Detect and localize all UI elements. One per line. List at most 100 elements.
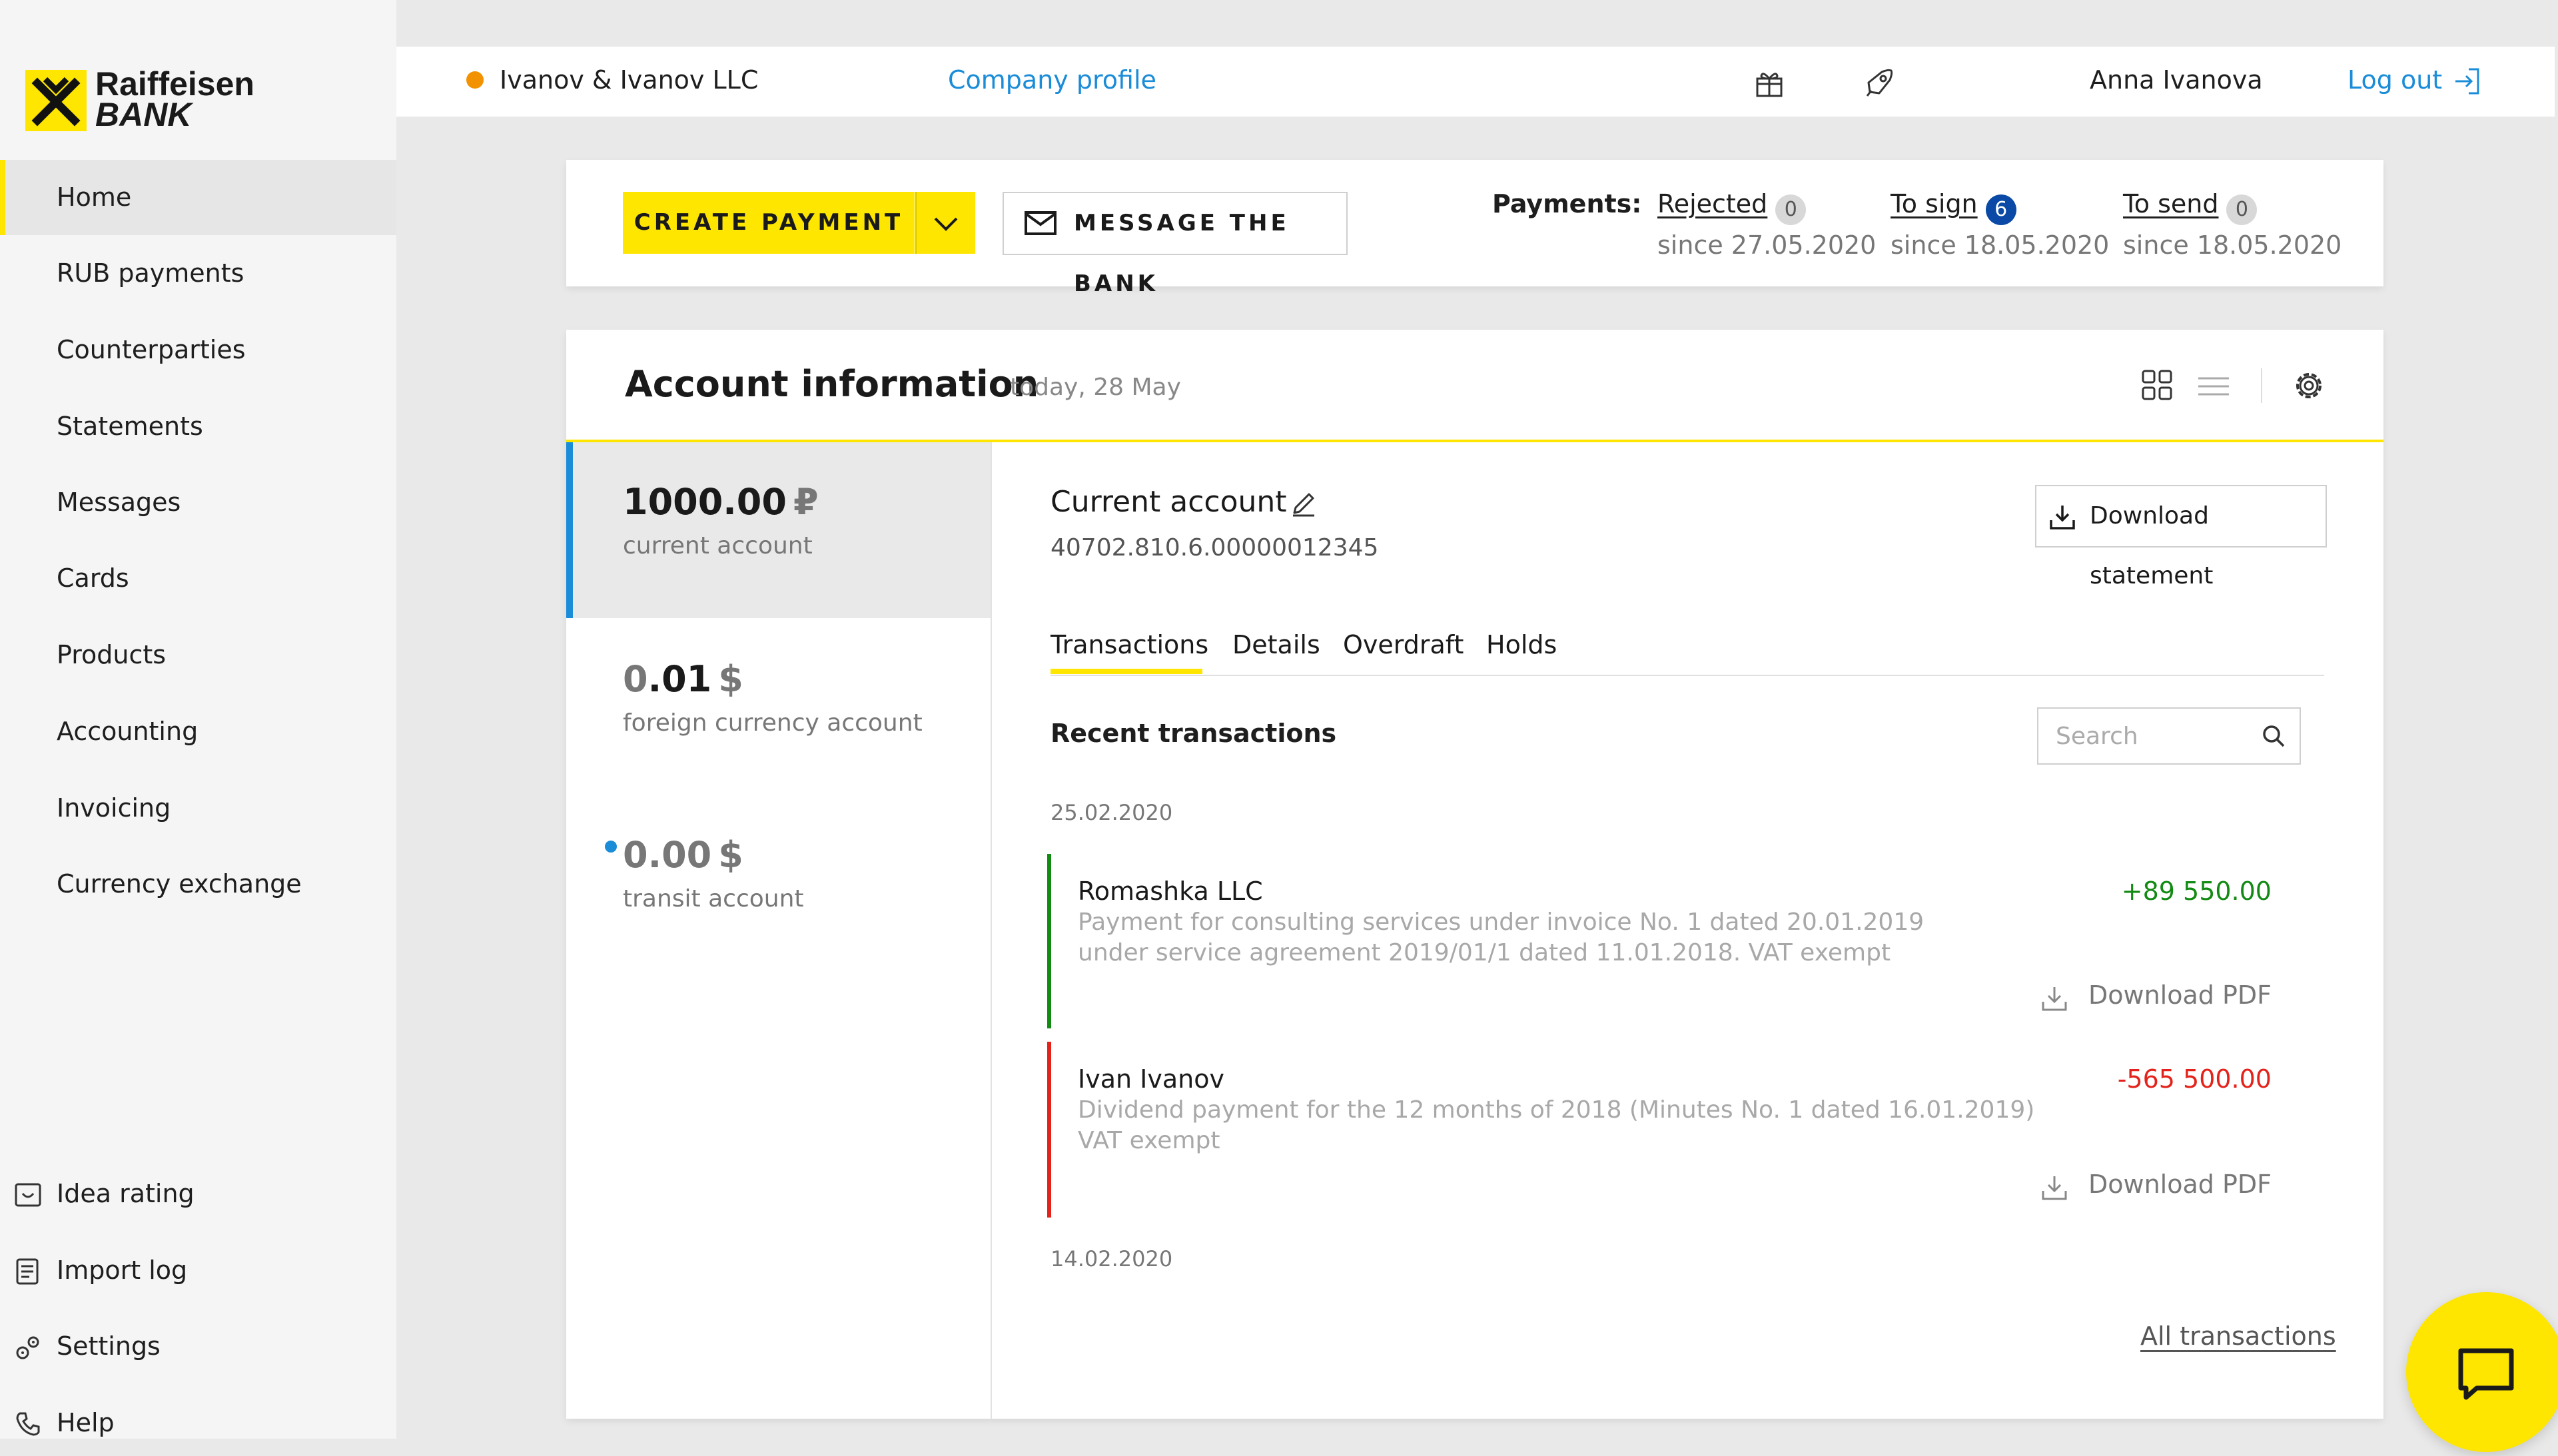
search-icon[interactable] bbox=[2260, 722, 2288, 750]
chat-button[interactable] bbox=[2406, 1292, 2558, 1452]
sidebar-item-products[interactable]: Products bbox=[0, 617, 396, 693]
download-pdf-link[interactable]: Download PDF bbox=[2042, 979, 2272, 1011]
brand-name[interactable]: Raiffeisen BANK bbox=[95, 65, 254, 131]
sidebar-item-import-log[interactable]: Import log bbox=[0, 1237, 396, 1303]
transaction-counterparty: Romashka LLC bbox=[1078, 877, 1263, 906]
sidebar: Raiffeisen BANK Home RUB payments Counte… bbox=[0, 0, 396, 1439]
sidebar-item-label: Help bbox=[57, 1408, 115, 1437]
payments-to-sign-since: since 18.05.2020 bbox=[1891, 230, 2110, 260]
transaction-search[interactable] bbox=[2037, 707, 2301, 765]
account-amount: 0.00 bbox=[623, 834, 712, 876]
account-item-current[interactable]: 1000.00 ₽ current account bbox=[566, 442, 991, 618]
sidebar-item-messages[interactable]: Messages bbox=[0, 465, 396, 540]
sidebar-item-settings[interactable]: Settings bbox=[0, 1313, 396, 1379]
transaction-amount: -565 500.00 bbox=[2117, 1064, 2272, 1094]
download-pdf-link[interactable]: Download PDF bbox=[2042, 1168, 2272, 1200]
transaction-date-header: 25.02.2020 bbox=[1051, 800, 1173, 825]
account-amount: 1000.00 bbox=[623, 481, 787, 523]
download-pdf-label: Download PDF bbox=[2088, 980, 2272, 1010]
search-input[interactable] bbox=[2054, 719, 2257, 753]
transaction-amount: +89 550.00 bbox=[2121, 877, 2272, 906]
create-payment-button[interactable]: CREATE PAYMENT bbox=[623, 192, 915, 254]
currency-symbol: $ bbox=[718, 834, 743, 876]
transaction-date-header: 14.02.2020 bbox=[1051, 1246, 1173, 1272]
sidebar-item-statements[interactable]: Statements bbox=[0, 389, 396, 464]
import-log-icon bbox=[16, 1258, 39, 1285]
all-transactions-link[interactable]: All transactions bbox=[2140, 1319, 2336, 1353]
sidebar-item-label: Currency exchange bbox=[57, 869, 302, 899]
logout-link[interactable]: Log out bbox=[2347, 61, 2442, 99]
phone-icon bbox=[16, 1412, 40, 1436]
payments-to-send-since: since 18.05.2020 bbox=[2123, 230, 2342, 260]
transaction-item[interactable]: Ivan Ivanov Dividend payment for the 12 … bbox=[1047, 1042, 2326, 1218]
payments-to-send-link[interactable]: To send bbox=[2123, 189, 2218, 218]
sidebar-item-rub-payments[interactable]: RUB payments bbox=[0, 236, 396, 311]
payments-to-sign-link[interactable]: To sign bbox=[1891, 189, 1978, 218]
pencil-edit-icon[interactable] bbox=[1289, 489, 1318, 518]
transaction-description-line: Dividend payment for the 12 months of 20… bbox=[1078, 1096, 2035, 1124]
sidebar-item-label: Cards bbox=[57, 563, 129, 593]
company-status-dot bbox=[466, 71, 484, 89]
sidebar-item-help[interactable]: Help bbox=[0, 1389, 396, 1456]
sidebar-item-label: Products bbox=[57, 640, 167, 669]
sidebar-item-idea-rating[interactable]: Idea rating bbox=[0, 1160, 396, 1227]
payments-to-send-count: 0 bbox=[2226, 194, 2258, 225]
tab-details[interactable]: Details bbox=[1232, 626, 1320, 663]
transaction-expense-bar bbox=[1047, 1042, 1051, 1218]
account-amount-frac: .01 bbox=[647, 658, 712, 700]
account-number: 40702.810.6.00000012345 bbox=[1051, 534, 1379, 561]
logout-icon[interactable] bbox=[2453, 67, 2482, 96]
transaction-description-line: under service agreement 2019/01/1 dated … bbox=[1078, 939, 1891, 966]
sidebar-item-counterparties[interactable]: Counterparties bbox=[0, 312, 396, 388]
idea-rating-icon bbox=[15, 1183, 41, 1207]
transaction-item[interactable]: Romashka LLC Payment for consulting serv… bbox=[1047, 854, 2326, 1028]
company-name[interactable]: Ivanov & Ivanov LLC bbox=[500, 61, 758, 99]
gift-icon[interactable] bbox=[1753, 67, 1785, 99]
transaction-counterparty: Ivan Ivanov bbox=[1078, 1064, 1224, 1094]
brand-line1: Raiffeisen bbox=[95, 65, 254, 103]
list-view-icon[interactable] bbox=[2197, 373, 2230, 400]
sidebar-item-currency-exchange[interactable]: Currency exchange bbox=[0, 847, 396, 922]
sidebar-item-accounting[interactable]: Accounting bbox=[0, 694, 396, 769]
settings-gears-icon bbox=[16, 1336, 39, 1359]
download-icon bbox=[2042, 1176, 2067, 1200]
account-item-foreign[interactable]: 0.01 $ foreign currency account bbox=[566, 619, 991, 795]
sidebar-item-invoicing[interactable]: Invoicing bbox=[0, 771, 396, 846]
account-amount-int: 0 bbox=[623, 658, 648, 700]
payments-to-send[interactable]: To send 0 since 18.05.2020 bbox=[2123, 185, 2342, 264]
payments-rejected-count: 0 bbox=[1775, 194, 1807, 225]
account-item-transit[interactable]: 0.00 $ transit account bbox=[566, 795, 991, 971]
download-statement-label: Download statement bbox=[2090, 502, 2214, 589]
sidebar-item-label: Import log bbox=[57, 1256, 188, 1285]
toolbar-divider bbox=[2261, 368, 2262, 403]
tab-overdraft[interactable]: Overdraft bbox=[1343, 626, 1464, 663]
gear-icon[interactable] bbox=[2292, 368, 2326, 403]
raiffeisen-logo-icon[interactable] bbox=[25, 70, 87, 131]
payments-rejected-link[interactable]: Rejected bbox=[1657, 189, 1767, 218]
rocket-icon[interactable] bbox=[1862, 67, 1895, 100]
user-name[interactable]: Anna Ivanova bbox=[2090, 61, 2263, 99]
company-profile-link[interactable]: Company profile bbox=[948, 61, 1156, 99]
account-balance: 1000.00 ₽ bbox=[623, 481, 819, 524]
sidebar-item-label: Statements bbox=[57, 412, 203, 441]
payments-rejected[interactable]: Rejected 0 since 27.05.2020 bbox=[1657, 185, 1876, 264]
sidebar-item-label: Counterparties bbox=[57, 335, 246, 364]
sidebar-item-home[interactable]: Home bbox=[0, 160, 396, 235]
payments-to-sign[interactable]: To sign 6 since 18.05.2020 bbox=[1891, 185, 2109, 264]
payments-rejected-since: since 27.05.2020 bbox=[1657, 230, 1877, 260]
account-information-date: today, 28 May bbox=[1010, 374, 1181, 401]
account-balance: 0.00 $ bbox=[623, 834, 743, 877]
download-pdf-label: Download PDF bbox=[2088, 1170, 2272, 1199]
download-statement-button[interactable]: Download statement bbox=[2035, 485, 2327, 589]
message-the-bank-button[interactable]: MESSAGE THE BANK bbox=[1003, 192, 1348, 297]
new-indicator-dot bbox=[605, 841, 617, 853]
download-icon bbox=[2050, 506, 2075, 530]
create-payment-dropdown-button[interactable] bbox=[915, 192, 975, 254]
tab-holds[interactable]: Holds bbox=[1486, 626, 1557, 663]
grid-view-icon[interactable] bbox=[2140, 368, 2174, 402]
account-balance: 0.01 $ bbox=[623, 658, 743, 701]
sidebar-item-cards[interactable]: Cards bbox=[0, 541, 396, 616]
tab-transactions[interactable]: Transactions bbox=[1051, 626, 1208, 663]
chat-bubble-icon bbox=[2458, 1348, 2514, 1400]
currency-symbol: ₽ bbox=[793, 481, 819, 523]
